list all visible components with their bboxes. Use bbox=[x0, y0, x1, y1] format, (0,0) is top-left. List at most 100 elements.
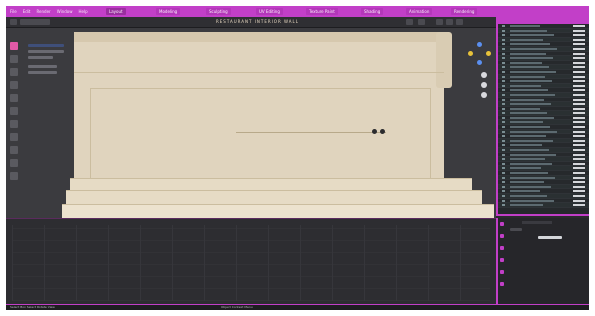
modifier-props-icon[interactable] bbox=[500, 282, 504, 286]
cursor-tool-icon[interactable] bbox=[10, 55, 18, 63]
visibility-icon[interactable] bbox=[573, 194, 585, 197]
property-field[interactable] bbox=[538, 236, 562, 239]
editor-type-icon[interactable] bbox=[10, 19, 17, 25]
option-row[interactable] bbox=[28, 50, 64, 53]
visibility-icon[interactable] bbox=[573, 126, 585, 129]
visibility-icon[interactable] bbox=[573, 181, 585, 184]
visibility-icon[interactable] bbox=[573, 107, 585, 110]
visibility-icon[interactable] bbox=[573, 52, 585, 55]
visibility-icon[interactable] bbox=[573, 172, 585, 174]
visibility-icon[interactable] bbox=[573, 47, 585, 50]
base-step[interactable] bbox=[66, 190, 482, 204]
tab-texture-paint[interactable]: Texture Paint bbox=[306, 8, 338, 15]
navigation-gizmo[interactable] bbox=[468, 42, 492, 66]
visibility-icon[interactable] bbox=[573, 93, 585, 96]
base-step[interactable] bbox=[70, 178, 472, 190]
tab-sculpting[interactable]: Sculpting bbox=[206, 8, 231, 15]
visibility-icon[interactable] bbox=[573, 84, 585, 87]
visibility-icon[interactable] bbox=[573, 112, 585, 115]
annotate-tool-icon[interactable] bbox=[10, 120, 18, 128]
object-props-icon[interactable] bbox=[500, 270, 504, 274]
menu-file[interactable]: File bbox=[10, 9, 17, 14]
scale-tool-icon[interactable] bbox=[10, 94, 18, 102]
menu-window[interactable]: Window bbox=[57, 9, 73, 14]
axis-y-icon[interactable] bbox=[468, 51, 473, 56]
visibility-icon[interactable] bbox=[573, 70, 585, 73]
world-props-icon[interactable] bbox=[500, 258, 504, 262]
visibility-icon[interactable] bbox=[573, 167, 585, 170]
visibility-icon[interactable] bbox=[573, 121, 585, 124]
pan-icon[interactable] bbox=[481, 82, 487, 88]
timeline-editor[interactable] bbox=[6, 218, 496, 304]
rotate-tool-icon[interactable] bbox=[10, 81, 18, 89]
tab-shading[interactable]: Shading bbox=[361, 8, 384, 15]
option-row[interactable] bbox=[28, 65, 57, 68]
menu-edit[interactable]: Edit bbox=[23, 9, 31, 14]
visibility-icon[interactable] bbox=[573, 89, 585, 92]
visibility-icon[interactable] bbox=[573, 34, 585, 37]
visibility-icon[interactable] bbox=[573, 176, 585, 179]
visibility-icon[interactable] bbox=[573, 162, 585, 165]
3d-viewport[interactable] bbox=[6, 28, 496, 218]
mode-dropdown[interactable] bbox=[20, 19, 50, 25]
menu-help[interactable]: Help bbox=[78, 9, 87, 14]
visibility-icon[interactable] bbox=[573, 98, 585, 101]
render-props-icon[interactable] bbox=[500, 222, 504, 226]
vertex-handle[interactable] bbox=[372, 129, 377, 134]
xray-icon[interactable] bbox=[418, 19, 425, 25]
zoom-icon[interactable] bbox=[481, 72, 487, 78]
wall-pillar[interactable] bbox=[436, 32, 452, 88]
transform-tool-icon[interactable] bbox=[10, 107, 18, 115]
knife-tool-icon[interactable] bbox=[10, 172, 18, 180]
visibility-icon[interactable] bbox=[573, 204, 585, 207]
overlay-icon[interactable] bbox=[406, 19, 413, 25]
visibility-icon[interactable] bbox=[573, 190, 585, 193]
wall-mesh[interactable] bbox=[74, 32, 444, 182]
outliner-item[interactable] bbox=[498, 203, 589, 208]
shading-solid-icon[interactable] bbox=[436, 19, 443, 25]
visibility-icon[interactable] bbox=[573, 103, 585, 106]
visibility-icon[interactable] bbox=[573, 43, 585, 46]
visibility-icon[interactable] bbox=[573, 158, 585, 161]
visibility-icon[interactable] bbox=[573, 149, 585, 152]
shading-material-icon[interactable] bbox=[446, 19, 453, 25]
visibility-icon[interactable] bbox=[573, 25, 585, 27]
measure-tool-icon[interactable] bbox=[10, 133, 18, 141]
axis-neg-z-icon[interactable] bbox=[477, 60, 482, 65]
tab-rendering[interactable]: Rendering bbox=[451, 8, 478, 15]
visibility-icon[interactable] bbox=[573, 80, 585, 83]
visibility-icon[interactable] bbox=[573, 153, 585, 156]
visibility-icon[interactable] bbox=[573, 130, 585, 133]
tab-layout[interactable]: Layout bbox=[106, 8, 126, 15]
add-cube-tool-icon[interactable] bbox=[10, 146, 18, 154]
option-row[interactable] bbox=[28, 44, 64, 47]
tab-uv-editing[interactable]: UV Editing bbox=[256, 8, 283, 15]
visibility-icon[interactable] bbox=[573, 139, 585, 142]
visibility-icon[interactable] bbox=[573, 29, 585, 32]
output-props-icon[interactable] bbox=[500, 234, 504, 238]
visibility-icon[interactable] bbox=[573, 38, 585, 41]
visibility-icon[interactable] bbox=[573, 144, 585, 147]
option-row[interactable] bbox=[28, 56, 54, 59]
axis-z-icon[interactable] bbox=[477, 42, 482, 47]
shading-rendered-icon[interactable] bbox=[456, 19, 463, 25]
outliner-header[interactable] bbox=[498, 17, 589, 24]
scene-props-icon[interactable] bbox=[500, 246, 504, 250]
visibility-icon[interactable] bbox=[573, 199, 585, 202]
tab-animation[interactable]: Animation bbox=[406, 8, 433, 15]
option-row[interactable] bbox=[28, 71, 57, 74]
property-field[interactable] bbox=[510, 228, 522, 231]
menu-render[interactable]: Render bbox=[36, 9, 50, 14]
axis-x-icon[interactable] bbox=[486, 51, 491, 56]
tab-modeling[interactable]: Modeling bbox=[156, 8, 181, 15]
visibility-icon[interactable] bbox=[573, 185, 585, 188]
visibility-icon[interactable] bbox=[573, 66, 585, 69]
visibility-icon[interactable] bbox=[573, 57, 585, 60]
visibility-icon[interactable] bbox=[573, 135, 585, 138]
select-tool-icon[interactable] bbox=[10, 42, 18, 50]
base-step[interactable] bbox=[62, 204, 494, 218]
move-tool-icon[interactable] bbox=[10, 68, 18, 76]
extrude-tool-icon[interactable] bbox=[10, 159, 18, 167]
visibility-icon[interactable] bbox=[573, 75, 585, 78]
visibility-icon[interactable] bbox=[573, 61, 585, 64]
